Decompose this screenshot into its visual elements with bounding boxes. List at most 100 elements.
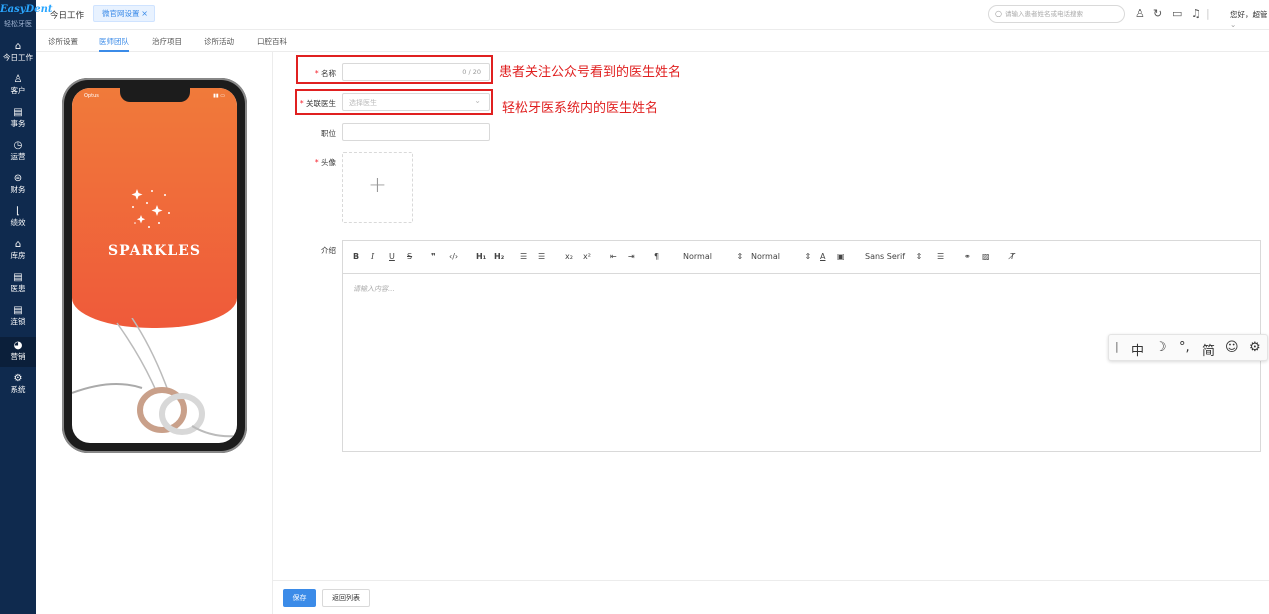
text-color-icon[interactable]: A <box>820 252 825 261</box>
chart-icon: ⌊ <box>16 206 20 217</box>
money-icon: ⊜ <box>13 173 23 184</box>
header-select[interactable]: Normal ⇕ <box>751 252 811 261</box>
outdent-icon[interactable]: ⇤ <box>610 252 617 261</box>
settings-icon[interactable]: ⚙ <box>1249 340 1261 355</box>
editor-toolbar: B I U S ❞ ‹/› H₁ H₂ ☰ ☰ x₂ x² ⇤ ⇥ ¶ Norm… <box>343 241 1260 274</box>
annotation-name-note: 患者关注公众号看到的医生姓名 <box>499 65 682 80</box>
annotation-doctor-note: 轻松牙医系统内的医生姓名 <box>502 101 659 116</box>
strike-button[interactable]: S <box>407 252 412 261</box>
underline-button[interactable]: U <box>389 252 395 261</box>
brand-name: SPARKLES <box>108 243 201 259</box>
position-input[interactable] <box>342 123 490 141</box>
sidebar-item-marketing[interactable]: ◕ 营销 <box>0 337 36 367</box>
carrier-label: Optus <box>84 93 99 99</box>
background-color-icon[interactable]: ▣ <box>837 252 845 261</box>
subtab-clinic-settings[interactable]: 诊所设置 <box>48 36 78 47</box>
avatar-upload[interactable]: + <box>342 152 413 223</box>
punctuation-icon[interactable]: °, <box>1179 340 1190 355</box>
search-icon: ○ <box>995 9 1002 18</box>
marketing-icon: ◕ <box>13 340 23 351</box>
italic-button[interactable]: I <box>371 252 374 261</box>
app-logo[interactable]: EasyDent <box>0 4 52 16</box>
phone-mockup: Optus ▮▮ ▭ SPARKLES <box>62 78 247 453</box>
chain-icon: ▤ <box>13 305 23 316</box>
user-menu[interactable]: 您好，超管 ⌄ <box>1230 9 1269 29</box>
sparkles-icon <box>131 189 170 228</box>
clock-icon: ◷ <box>13 140 23 151</box>
header1-button[interactable]: H₁ <box>476 252 486 261</box>
message-icon[interactable]: ▭ <box>1172 7 1182 20</box>
tab-today[interactable]: 今日工作 <box>50 9 84 21</box>
superscript-button[interactable]: x² <box>583 252 591 261</box>
bullet-list-icon[interactable]: ☰ <box>538 252 545 261</box>
editor-placeholder: 请输入内容... <box>353 285 395 293</box>
sidebar-item-chain[interactable]: ▤ 连锁 <box>0 302 36 332</box>
annotation-box-name <box>296 55 493 84</box>
bell-icon[interactable]: ♫ <box>1191 7 1201 20</box>
chevron-down-icon: ⌄ <box>1230 20 1237 29</box>
close-icon[interactable]: × <box>141 6 148 21</box>
ime-language-toggle[interactable]: 中 <box>1131 340 1144 359</box>
align-icon[interactable]: ☰ <box>937 252 944 261</box>
sidebar-item-customer[interactable]: ♙ 客户 <box>0 71 36 101</box>
jewelry-image <box>72 318 237 438</box>
refresh-icon[interactable]: ↻ <box>1153 7 1162 20</box>
sidebar-item-patients[interactable]: ▤ 医患 <box>0 269 36 299</box>
user-greeting: 您好，超管 <box>1230 10 1268 19</box>
back-to-list-button[interactable]: 返回列表 <box>322 589 370 607</box>
user-switch-icon[interactable]: ♙ <box>1135 7 1145 20</box>
sidebar-item-finance[interactable]: ⊜ 财务 <box>0 170 36 200</box>
search-input[interactable]: ○ 请输入患者姓名或电话搜索 <box>988 5 1125 23</box>
task-icon: ▤ <box>13 107 23 118</box>
moon-icon[interactable]: ☽ <box>1155 340 1167 355</box>
subtab-encyclopedia[interactable]: 口腔百科 <box>257 36 287 47</box>
ordered-list-icon[interactable]: ☰ <box>520 252 527 261</box>
doc-icon: ▤ <box>13 272 23 283</box>
subtab-doctor-team[interactable]: 医师团队 <box>99 36 129 47</box>
position-label: 职位 <box>321 129 336 138</box>
plus-icon: + <box>368 173 387 198</box>
direction-icon[interactable]: ¶ <box>654 252 659 261</box>
tab-micro-site-label: 微官网设置 <box>102 9 140 18</box>
sidebar-item-performance[interactable]: ⌊ 绩效 <box>0 203 36 233</box>
emoji-icon[interactable]: ☺ <box>1225 340 1239 355</box>
avatar-label: * 头像 <box>314 158 336 167</box>
size-select[interactable]: Normal ⇕ <box>683 252 743 261</box>
warehouse-icon: ⌂ <box>14 239 22 250</box>
battery-icon: ▮▮ ▭ <box>213 93 225 99</box>
save-button[interactable]: 保存 <box>283 589 316 607</box>
code-button[interactable]: ‹/› <box>449 252 458 261</box>
gear-icon: ⚙ <box>13 373 23 384</box>
divider: | <box>1206 7 1210 20</box>
annotation-box-doctor <box>295 89 493 115</box>
search-placeholder: 请输入患者姓名或电话搜索 <box>1005 10 1083 18</box>
clear-format-icon[interactable]: T̸ <box>1010 252 1015 261</box>
bold-button[interactable]: B <box>353 252 359 261</box>
phone-screen: Optus ▮▮ ▭ SPARKLES <box>72 88 237 443</box>
link-icon[interactable]: ⚭ <box>964 252 971 261</box>
header2-button[interactable]: H₂ <box>494 252 504 261</box>
ime-handle[interactable]: | <box>1115 340 1119 353</box>
quote-button[interactable]: ❞ <box>431 252 436 261</box>
image-icon[interactable]: ▨ <box>982 252 990 261</box>
sidebar-item-system[interactable]: ⚙ 系统 <box>0 370 36 400</box>
font-select[interactable]: Sans Serif ⇕ <box>865 252 922 261</box>
tab-micro-site[interactable]: 微官网设置 × <box>93 5 155 22</box>
subtab-activities[interactable]: 诊所活动 <box>204 36 234 47</box>
subscript-button[interactable]: x₂ <box>565 252 573 261</box>
phone-notch <box>120 88 190 102</box>
sidebar-item-affairs[interactable]: ▤ 事务 <box>0 104 36 134</box>
top-bar: 今日工作 微官网设置 × ○ 请输入患者姓名或电话搜索 ♙ ↻ ▭ ♫ | 您好… <box>36 0 1269 30</box>
sidebar-item-operation[interactable]: ◷ 运营 <box>0 137 36 167</box>
subtab-treatments[interactable]: 治疗项目 <box>152 36 182 47</box>
indent-icon[interactable]: ⇥ <box>628 252 635 261</box>
home-icon: ⌂ <box>14 41 22 52</box>
app-logo-sub: 轻松牙医 <box>4 20 32 28</box>
sidebar-item-today[interactable]: ⌂ 今日工作 <box>0 38 36 68</box>
sidebar-item-warehouse[interactable]: ⌂ 库房 <box>0 236 36 266</box>
ime-simplified-toggle[interactable]: 简 <box>1202 340 1215 359</box>
form-footer: 保存 返回列表 <box>273 580 1269 614</box>
sidebar: EasyDent 轻松牙医 ⌂ 今日工作 ♙ 客户 ▤ 事务 ◷ 运营 ⊜ 财务… <box>0 0 52 614</box>
intro-label: 介绍 <box>321 246 336 255</box>
sub-tabs: 诊所设置 医师团队 治疗项目 诊所活动 口腔百科 <box>36 30 1269 52</box>
